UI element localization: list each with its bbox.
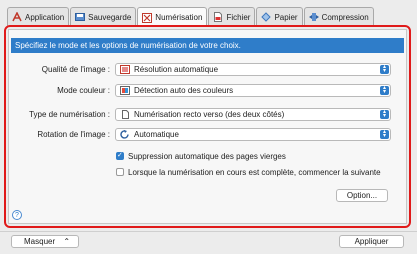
tab-sauvegarde[interactable]: Sauvegarde	[70, 7, 137, 26]
tab-bar: Application Sauvegarde Numérisation Fich…	[7, 7, 374, 27]
rotation-select[interactable]: Automatique ▴ ▾	[115, 128, 391, 141]
option-button[interactable]: Option...	[336, 189, 388, 202]
chevron-updown-icon: ▴ ▾	[380, 85, 389, 95]
apply-button[interactable]: Appliquer	[339, 235, 404, 248]
tab-application[interactable]: Application	[7, 7, 70, 26]
duplex-page-icon	[120, 110, 130, 119]
tab-label: Numérisation	[155, 13, 203, 22]
blank-pages-label: Suppression automatique des pages vierge…	[128, 152, 286, 161]
scan-type-select[interactable]: Numérisation recto verso (des deux côtés…	[115, 108, 391, 121]
instruction-banner: Spécifiez le mode et les options de numé…	[11, 38, 404, 53]
compression-icon	[308, 12, 319, 22]
chevron-updown-icon: ▴ ▾	[380, 129, 389, 139]
quality-label: Qualité de l'image :	[41, 65, 110, 74]
rotation-value: Automatique	[134, 130, 179, 139]
paper-icon	[261, 12, 272, 22]
file-icon	[213, 12, 223, 22]
blank-pages-checkbox[interactable]	[116, 151, 124, 160]
tab-compression[interactable]: Compression	[303, 7, 374, 26]
tab-label: Compression	[321, 12, 369, 22]
scan-icon	[142, 12, 153, 23]
chevron-updown-icon: ▴ ▾	[380, 64, 389, 74]
rotation-label: Rotation de l'image :	[37, 130, 110, 139]
help-icon[interactable]: ?	[12, 210, 22, 220]
chevron-up-icon: ⌃	[63, 237, 71, 246]
scan-type-label: Type de numérisation :	[29, 110, 110, 119]
color-mode-select[interactable]: Détection auto des couleurs ▴ ▾	[115, 84, 391, 97]
image-quality-icon	[120, 65, 130, 74]
tab-fichier[interactable]: Fichier	[208, 7, 256, 26]
tab-numerisation[interactable]: Numérisation	[137, 7, 208, 27]
hide-button[interactable]: Masquer ⌃	[11, 235, 79, 248]
quality-value: Résolution automatique	[134, 65, 219, 74]
tab-label: Papier	[274, 12, 298, 22]
tab-label: Fichier	[226, 12, 251, 22]
color-mode-label: Mode couleur :	[57, 86, 110, 95]
hide-button-label: Masquer	[24, 237, 56, 246]
color-detect-icon	[120, 86, 130, 95]
application-icon	[12, 11, 22, 22]
footer-divider	[0, 231, 417, 232]
color-mode-value: Détection auto des couleurs	[134, 86, 234, 95]
continue-scan-checkbox[interactable]	[116, 168, 124, 176]
continue-scan-label: Lorsque la numérisation en cours est com…	[128, 168, 381, 177]
scan-type-value: Numérisation recto verso (des deux côtés…	[134, 110, 285, 119]
tab-label: Application	[25, 12, 65, 22]
rotate-icon	[120, 130, 130, 139]
save-icon	[75, 12, 86, 22]
tab-papier[interactable]: Papier	[256, 7, 303, 26]
tab-label: Sauvegarde	[88, 12, 132, 22]
quality-select[interactable]: Résolution automatique ▴ ▾	[115, 63, 391, 76]
chevron-updown-icon: ▴ ▾	[380, 109, 389, 119]
